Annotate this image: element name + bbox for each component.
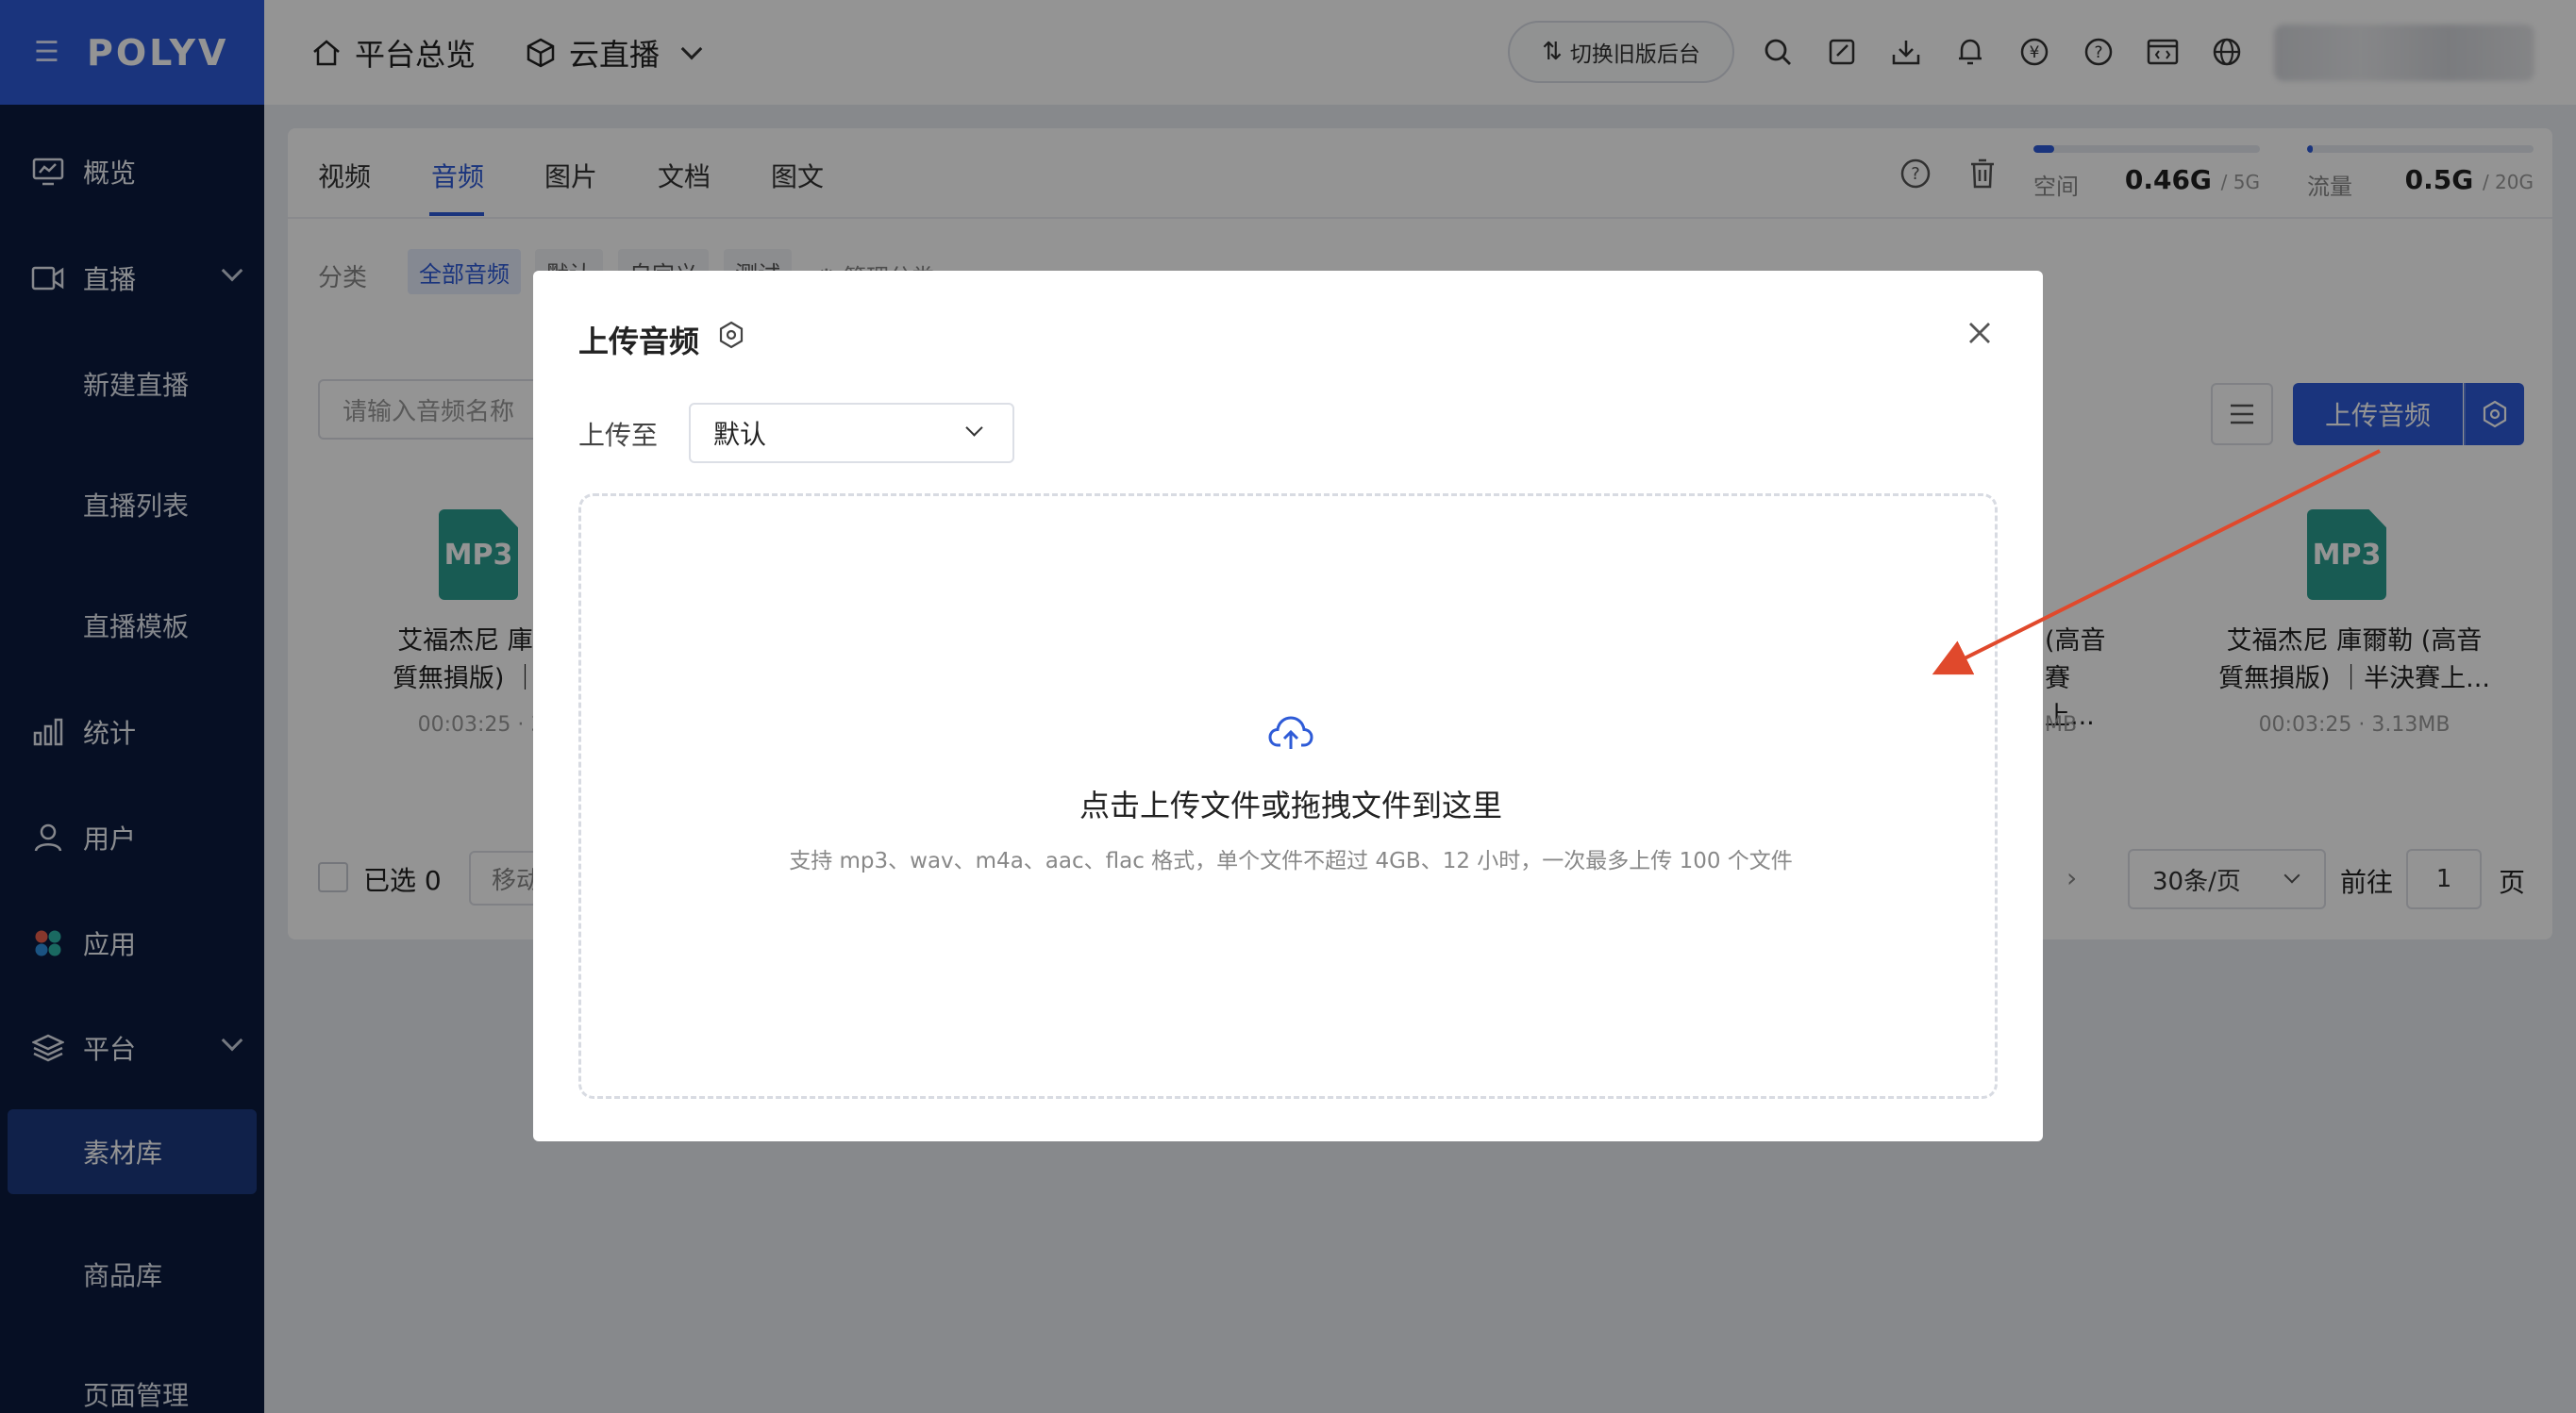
file-drop-zone[interactable]: 点击上传文件或拖拽文件到这里 支持 mp3、wav、m4a、aac、flac 格… <box>578 493 1998 1099</box>
upload-audio-dialog: 上传音频 上传至 默认 点击上传文件或拖拽文件到这里 支持 mp3、wav、m4… <box>533 271 2043 1141</box>
cloud-upload-icon <box>1268 716 1313 749</box>
upload-destination-select[interactable]: 默认 <box>689 403 1014 463</box>
close-icon[interactable] <box>1963 316 1997 350</box>
hexagon-info-icon[interactable] <box>716 320 746 350</box>
upload-destination-label: 上传至 <box>578 420 659 451</box>
drop-zone-hint: 支持 mp3、wav、m4a、aac、flac 格式，单个文件不超过 4GB、1… <box>789 849 1793 873</box>
drop-zone-title: 点击上传文件或拖拽文件到这里 <box>1079 788 1502 823</box>
chevron-down-icon <box>965 419 983 437</box>
upload-destination-value: 默认 <box>713 419 767 450</box>
dialog-title: 上传音频 <box>578 324 700 359</box>
